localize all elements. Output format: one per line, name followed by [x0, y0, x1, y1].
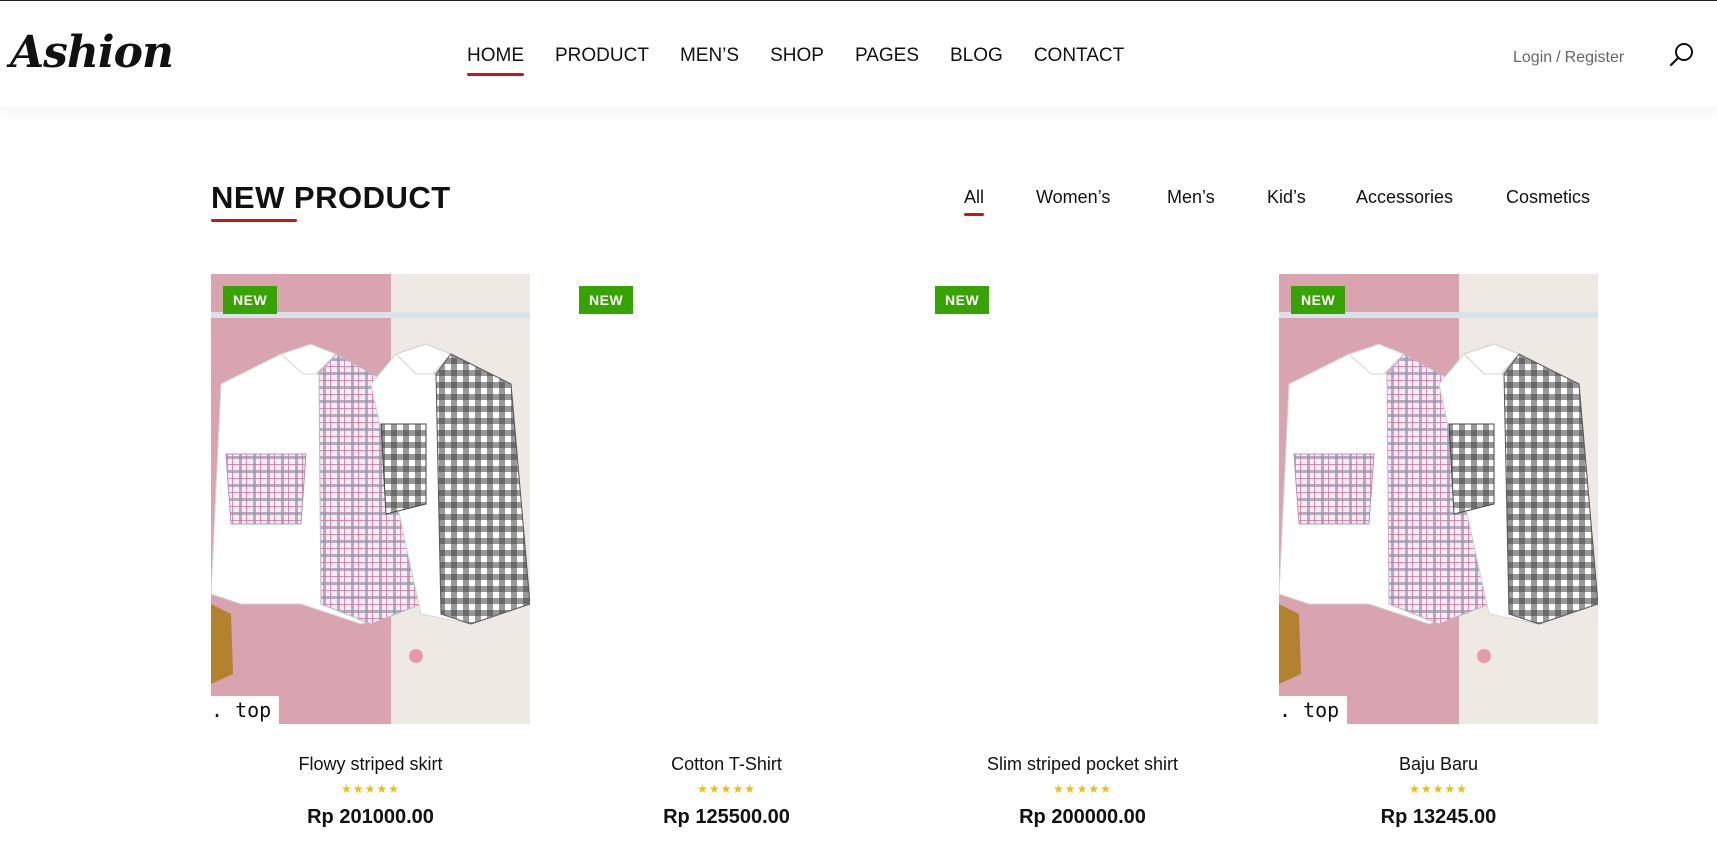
product-name[interactable]: Cotton T-Shirt — [567, 754, 886, 775]
product-price: Rp 200000.00 — [1019, 806, 1146, 828]
auth-separator: / — [1556, 49, 1561, 66]
product-image[interactable]: NEW . top — [1279, 274, 1598, 724]
nav-pages[interactable]: PAGES — [855, 45, 919, 67]
filter-cosmetics[interactable]: Cosmetics — [1506, 187, 1590, 208]
nav-blog[interactable]: BLOG — [950, 45, 1003, 67]
filter-womens[interactable]: Women’s — [1036, 187, 1110, 208]
image-caption: . top — [1279, 696, 1348, 724]
product-price: Rp 13245.00 — [1380, 806, 1497, 828]
product-filters: All Women’s Men’s Kid’s Accessories Cosm… — [0, 187, 1717, 217]
product-card[interactable]: NEW . top Flowy striped skirt ★★★★★ Rp 2… — [211, 274, 530, 829]
search-icon[interactable] — [1668, 41, 1696, 69]
nav-shop[interactable]: SHOP — [770, 45, 824, 67]
section-title-underline — [211, 219, 297, 222]
login-link[interactable]: Login — [1513, 49, 1552, 67]
product-card[interactable]: NEW . top Baju Baru ★★★★★ Rp 13245.00 — [1279, 274, 1598, 829]
nav-mens[interactable]: MEN’S — [680, 45, 739, 67]
product-image[interactable]: NEW . top — [211, 274, 530, 724]
filter-all[interactable]: All — [964, 187, 985, 216]
product-photo — [1279, 274, 1598, 724]
new-badge: NEW — [1291, 286, 1346, 314]
nav-contact[interactable]: CONTACT — [1034, 45, 1124, 67]
product-card[interactable]: NEW Slim striped pocket shirt ★★★★★ Rp 2… — [923, 274, 1242, 829]
nav-home[interactable]: HOME — [467, 45, 524, 76]
image-caption: . top — [211, 696, 280, 724]
filter-mens[interactable]: Men’s — [1167, 187, 1215, 208]
nav-product[interactable]: PRODUCT — [555, 45, 649, 67]
main-nav: HOME PRODUCT MEN’S SHOP PAGES BLOG CONTA… — [467, 45, 1155, 76]
site-header: Ashion HOME PRODUCT MEN’S SHOP PAGES BLO… — [0, 1, 1717, 107]
rating-stars: ★★★★★ — [1409, 782, 1468, 796]
new-badge: NEW — [579, 286, 634, 314]
register-link[interactable]: Register — [1565, 49, 1625, 67]
product-image[interactable]: NEW — [923, 274, 1242, 724]
rating-stars: ★★★★★ — [697, 782, 756, 796]
auth-links: Login / Register — [1513, 49, 1624, 67]
filter-kids[interactable]: Kid’s — [1267, 187, 1306, 208]
new-badge: NEW — [935, 286, 990, 314]
product-name[interactable]: Slim striped pocket shirt — [923, 754, 1242, 775]
product-price: Rp 125500.00 — [663, 806, 790, 828]
rating-stars: ★★★★★ — [341, 782, 400, 796]
product-image[interactable]: NEW — [567, 274, 886, 724]
new-badge: NEW — [223, 286, 278, 314]
product-name[interactable]: Flowy striped skirt — [211, 754, 530, 775]
product-price: Rp 201000.00 — [307, 806, 434, 828]
product-name[interactable]: Baju Baru — [1279, 754, 1598, 775]
logo[interactable]: Ashion — [10, 27, 174, 78]
rating-stars: ★★★★★ — [1053, 782, 1112, 796]
filter-accessories[interactable]: Accessories — [1356, 187, 1453, 208]
product-photo — [211, 274, 530, 724]
product-card[interactable]: NEW Cotton T-Shirt ★★★★★ Rp 125500.00 — [567, 274, 886, 829]
